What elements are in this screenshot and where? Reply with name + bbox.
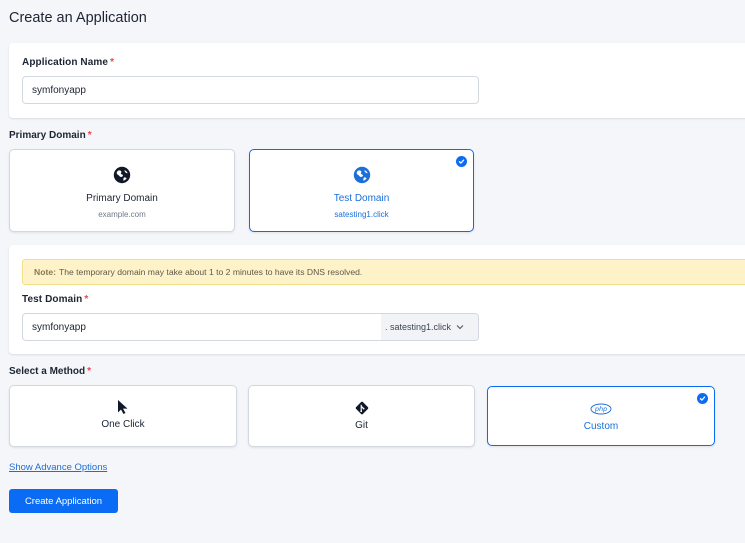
test-domain-label: Test Domain *	[22, 294, 88, 305]
test-domain-card: Note: The temporary domain may take abou…	[9, 245, 745, 354]
svg-text:php: php	[594, 405, 607, 413]
check-circle-icon	[456, 156, 467, 167]
domain-option-subtitle: satesting1.click	[334, 210, 389, 219]
note-text: The temporary domain may take about 1 to…	[58, 267, 363, 277]
domain-option-subtitle: example.com	[98, 210, 146, 219]
method-label: Select a Method *	[9, 366, 91, 377]
git-icon	[355, 401, 369, 415]
domain-option-test[interactable]: Test Domain satesting1.click	[249, 149, 474, 232]
chevron-down-icon	[456, 324, 464, 330]
required-mark: *	[84, 294, 89, 305]
required-mark: *	[87, 130, 92, 141]
required-mark: *	[87, 366, 92, 377]
application-name-input[interactable]: symfonyapp	[22, 76, 479, 104]
method-option-title: One Click	[101, 419, 145, 430]
note-prefix: Note:	[34, 267, 56, 277]
check-circle-icon	[697, 393, 708, 404]
globe-icon	[113, 166, 131, 184]
application-name-label: Application Name *	[22, 57, 114, 68]
cursor-icon	[116, 399, 130, 415]
required-mark: *	[110, 57, 115, 68]
domain-suffix-select[interactable]: . satesting1.click	[381, 314, 478, 340]
method-label-text: Select a Method	[9, 366, 86, 377]
test-domain-label-text: Test Domain	[22, 294, 83, 305]
method-option-title: Custom	[583, 421, 619, 432]
test-domain-input[interactable]: symfonyapp	[23, 314, 381, 340]
application-name-label-text: Application Name	[22, 57, 109, 68]
domain-option-title: Primary Domain	[86, 193, 158, 204]
method-option-title: Git	[355, 420, 368, 431]
domain-suffix-value: . satesting1.click	[385, 322, 452, 332]
dns-note-banner: Note: The temporary domain may take abou…	[22, 259, 745, 285]
primary-domain-label-text: Primary Domain	[9, 130, 86, 141]
method-option-one-click[interactable]: One Click	[9, 385, 237, 447]
page-title: Create an Application	[9, 10, 147, 26]
show-advance-options-link[interactable]: Show Advance Options	[9, 462, 107, 473]
test-domain-input-group: symfonyapp . satesting1.click	[22, 313, 479, 341]
domain-option-primary[interactable]: Primary Domain example.com	[9, 149, 235, 232]
method-option-git[interactable]: Git	[248, 385, 475, 447]
create-application-button[interactable]: Create Application	[9, 489, 118, 513]
php-icon: php	[590, 402, 612, 415]
domain-option-title: Test Domain	[333, 193, 390, 204]
method-option-custom[interactable]: php Custom	[487, 386, 715, 446]
primary-domain-label: Primary Domain *	[9, 130, 92, 141]
globe-icon	[353, 166, 371, 184]
application-name-card: Application Name * symfonyapp	[9, 43, 745, 118]
